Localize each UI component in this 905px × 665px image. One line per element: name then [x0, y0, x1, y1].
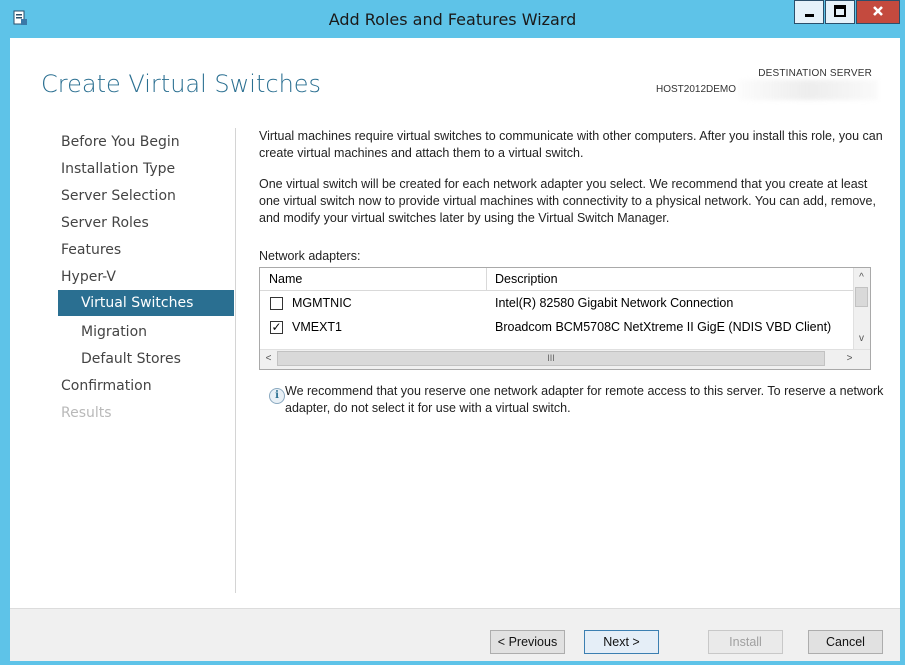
info-message: We recommend that you reserve one networ…: [285, 384, 884, 415]
nav-item-features[interactable]: Features: [61, 242, 121, 258]
recommendation-paragraph: One virtual switch will be created for e…: [259, 177, 876, 225]
nav-item-server-roles[interactable]: Server Roles: [61, 215, 149, 231]
previous-button[interactable]: < Previous: [490, 630, 565, 654]
list-header: Name Description: [260, 268, 856, 291]
scroll-up-icon[interactable]: ^: [854, 269, 869, 286]
adapter-description: Broadcom BCM5708C NetXtreme II GigE (NDI…: [495, 320, 832, 334]
column-header-description[interactable]: Description: [495, 272, 558, 286]
scroll-left-icon[interactable]: <: [261, 350, 276, 367]
page-title: Create Virtual Switches: [41, 70, 322, 98]
nav-item-migration[interactable]: Migration: [81, 324, 147, 340]
adapter-description: Intel(R) 82580 Gigabit Network Connectio…: [495, 296, 734, 310]
nav-item-confirmation[interactable]: Confirmation: [61, 378, 152, 394]
adapter-checkbox-mgmtnic[interactable]: [270, 297, 283, 310]
close-button[interactable]: [856, 0, 900, 24]
nav-item-virtual-switches[interactable]: Virtual Switches: [58, 290, 234, 316]
install-button: Install: [708, 630, 783, 654]
scroll-right-icon[interactable]: >: [842, 350, 857, 367]
vertical-scrollbar[interactable]: ^ v: [853, 268, 870, 349]
info-icon: i: [269, 388, 285, 404]
column-separator: [486, 268, 487, 290]
column-header-name[interactable]: Name: [269, 272, 302, 286]
minimize-button[interactable]: [794, 0, 824, 24]
adapter-name: MGMTNIC: [292, 296, 352, 310]
nav-item-default-stores[interactable]: Default Stores: [81, 351, 181, 367]
adapter-row-vmext1[interactable]: ✓ VMEXT1 Broadcom BCM5708C NetXtreme II …: [260, 316, 856, 340]
window-title: Add Roles and Features Wizard: [328, 10, 577, 29]
horizontal-scrollbar[interactable]: < III >: [260, 349, 870, 369]
nav-item-server-selection[interactable]: Server Selection: [61, 188, 176, 204]
wizard-footer: < Previous Next > Install Cancel: [10, 608, 900, 661]
minimize-icon: [805, 14, 814, 17]
checkmark-icon: ✓: [271, 320, 282, 334]
horizontal-scroll-thumb[interactable]: III: [277, 351, 825, 366]
nav-item-before-you-begin[interactable]: Before You Begin: [61, 134, 180, 150]
scroll-down-icon[interactable]: v: [854, 330, 869, 347]
adapter-name: VMEXT1: [292, 320, 343, 334]
vertical-scroll-thumb[interactable]: [855, 287, 868, 307]
destination-server-label: DESTINATION SERVER: [758, 68, 872, 79]
wizard-window: Add Roles and Features Wizard Create Vir…: [0, 0, 905, 665]
wizard-body: Create Virtual Switches DESTINATION SERV…: [10, 38, 900, 661]
close-icon: [873, 6, 883, 16]
next-button[interactable]: Next >: [584, 630, 659, 654]
network-adapters-list[interactable]: Name Description MGMTNIC Intel(R) 82580 …: [259, 267, 871, 370]
nav-item-results: Results: [61, 405, 112, 421]
cancel-button[interactable]: Cancel: [808, 630, 883, 654]
nav-divider: [235, 128, 236, 593]
adapter-row-mgmtnic[interactable]: MGMTNIC Intel(R) 82580 Gigabit Network C…: [260, 292, 856, 316]
redacted-area: [738, 80, 878, 100]
maximize-button[interactable]: [825, 0, 855, 24]
intro-paragraph: Virtual machines require virtual switche…: [259, 129, 883, 160]
network-adapters-label: Network adapters:: [259, 249, 361, 263]
title-bar[interactable]: Add Roles and Features Wizard: [0, 0, 905, 38]
nav-item-hyper-v[interactable]: Hyper-V: [61, 269, 116, 285]
nav-item-installation-type[interactable]: Installation Type: [61, 161, 175, 177]
destination-server-name: HOST2012DEMO: [656, 84, 737, 95]
maximize-icon: [834, 5, 846, 17]
adapter-checkbox-vmext1[interactable]: ✓: [270, 321, 283, 334]
